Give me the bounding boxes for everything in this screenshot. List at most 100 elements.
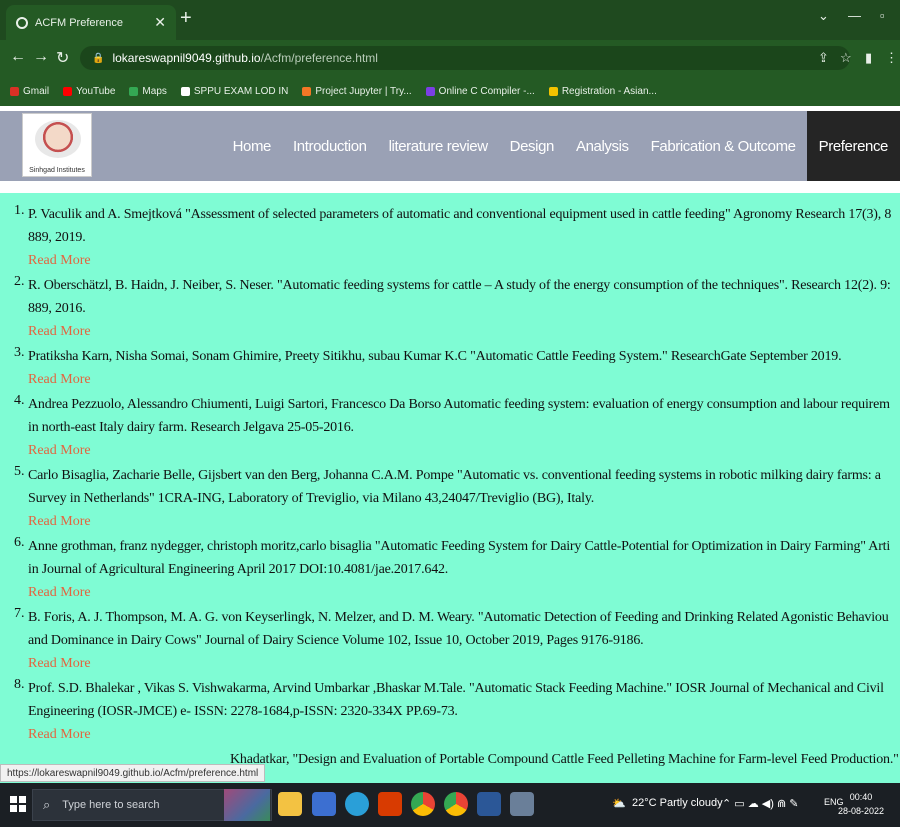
browser-tab-bar: ACFM Preference ✕ + ⌄ — ▫ [0,0,900,40]
windows-taskbar: ⌕ Type here to search ⛅ 22°C Partly clou… [0,783,900,827]
nav-item-home[interactable]: Home [222,111,282,181]
windows-start-icon[interactable] [10,796,26,812]
reference-number: 8. [14,677,25,692]
weather-icon[interactable]: ⛅ [612,797,626,810]
bookmark-label: Gmail [23,85,50,97]
edge-icon[interactable] [345,792,369,816]
nav-item-analysis[interactable]: Analysis [565,111,640,181]
taskbar-search-placeholder: Type here to search [62,799,160,811]
reference-number: 7. [14,606,25,621]
bookmark-item[interactable]: Maps [129,86,167,97]
nav-item-design[interactable]: Design [499,111,565,181]
bookmark-item[interactable]: SPPU EXAM LOD IN [180,85,289,97]
read-more-link[interactable]: Read More [28,439,900,462]
tray-icons[interactable]: ⌃ ▭ ☁ ◀) ⋒ ✎ [722,797,798,810]
menu-icon[interactable]: ⋮ [885,50,898,66]
forward-icon[interactable]: → [33,48,49,66]
read-more-link[interactable]: Read More [28,510,900,533]
bookmark-label: Online C Compiler -... [438,85,535,97]
read-more-link[interactable]: Read More [28,368,900,391]
status-url-tooltip: https://lokareswapnil9049.github.io/Acfm… [0,764,266,782]
new-tab-button[interactable]: + [180,7,192,30]
reference-text-continued: Survey in Netherlands" 1CRA-ING, Laborat… [28,491,595,506]
reference-text-continued: Engineering (IOSR-JMCE) e- ISSN: 2278-16… [28,704,458,719]
file-explorer-icon[interactable] [278,792,302,816]
bookmarks-bar: Gmail YouTube Maps SPPU EXAM LOD IN Project … [0,76,900,106]
search-icon: ⌕ [43,797,51,812]
reference-item: 7. B. Foris, A. J. Thompson, M. A. G. von… [0,606,900,675]
bookmark-label: Registration - Asian... [561,85,657,97]
read-more-link[interactable]: Read More [28,581,900,604]
reference-item: 2. R. Oberschätzl, B. Haidn, J. Neiber, S… [0,274,900,343]
bookmark-item[interactable]: Project Jupyter | Try... [302,86,412,97]
address-bar-row: ← → ↻ 🔒 lokareswapnil9049.github.io/Acfm… [0,40,900,76]
browser-tab[interactable]: ACFM Preference ✕ [6,5,176,40]
reference-number: 1. [14,203,25,218]
site-header: Sinhgad Institutes Home Introduction liter… [0,111,900,181]
reference-number: 5. [14,464,25,479]
bookmark-label: SPPU EXAM LOD IN [193,85,289,97]
bookmark-item[interactable]: Registration - Asian... [548,85,657,97]
reference-item: 6. Anne grothman, franz nydegger, christo… [0,535,900,604]
references-section: 1. P. Vaculik and A. Smejtková "Assessmen… [0,193,900,783]
share-icon[interactable]: ⇪ [818,50,829,66]
app-icon[interactable] [510,792,534,816]
bookmark-item[interactable]: YouTube [63,86,115,97]
read-more-link[interactable]: Read More [28,320,900,343]
read-more-link[interactable]: Read More [28,249,900,272]
bookmark-star-icon[interactable]: ☆ [840,50,852,66]
reference-number: 3. [14,345,25,360]
logo-emblem [35,120,81,158]
tab-search-icon[interactable]: ⌄ [818,8,829,24]
bookmark-item[interactable]: Gmail [10,86,49,97]
logo-caption: Sinhgad Institutes [29,167,85,174]
bookmark-favicon-icon [548,86,558,96]
chrome-icon[interactable] [411,792,435,816]
search-highlight-icon[interactable] [224,789,270,821]
clock[interactable]: 00:40 28-08-2022 [838,790,884,818]
reference-number: 6. [14,535,25,550]
nav-item-preference[interactable]: Preference [806,111,900,181]
read-more-link[interactable]: Read More [28,723,900,746]
nav-item-literature-review[interactable]: literature review [378,111,499,181]
minimize-button[interactable]: — [848,8,861,23]
weather-text[interactable]: 22°C Partly cloudy [632,797,723,809]
reference-text: B. Foris, A. J. Thompson, M. A. G. von K… [28,610,889,625]
tab-title: ACFM Preference [35,16,124,29]
url-host: lokareswapnil9049.github.io [112,51,261,65]
reference-item: 5. Carlo Bisaglia, Zacharie Belle, Gijsbe… [0,464,900,533]
read-more-link[interactable]: Read More [28,652,900,675]
word-icon[interactable] [477,792,501,816]
reference-text-continued: and Dominance in Dairy Cows" Journal of … [28,633,644,648]
url-path: /Acfm/preference.html [260,51,378,65]
tab-close-icon[interactable]: ✕ [154,14,166,31]
lock-icon[interactable]: 🔒 [92,53,104,64]
nav-item-introduction[interactable]: Introduction [282,111,378,181]
reference-item: 4. Andrea Pezzuolo, Alessandro Chiumenti,… [0,393,900,462]
reference-text-continued: 889, 2016. [28,301,86,316]
reload-icon[interactable]: ↻ [56,48,69,68]
back-icon[interactable]: ← [10,48,26,66]
bookmark-favicon-icon [129,86,139,96]
bookmark-item[interactable]: Online C Compiler -... [425,85,535,97]
reference-number: 2. [14,274,25,289]
reference-text-continued: in north-east Italy dairy farm. Research… [28,420,354,435]
bookmark-label: YouTube [76,85,116,97]
reference-item: 3. Pratiksha Karn, Nisha Somai, Sonam Ghi… [0,345,900,391]
url-input[interactable]: 🔒 lokareswapnil9049.github.io/Acfm/prefe… [80,46,850,70]
reference-item: 8. Prof. S.D. Bhalekar , Vikas S. Vishwak… [0,677,900,746]
main-nav: Home Introduction literature review Design A… [222,111,900,181]
restore-button[interactable]: ▫ [880,8,885,23]
site-logo[interactable]: Sinhgad Institutes [22,113,92,177]
chrome-profile-icon[interactable] [444,792,468,816]
nav-item-fabrication-outcome[interactable]: Fabrication & Outcome [640,111,807,181]
store-icon[interactable] [312,792,336,816]
reference-number: 4. [14,393,25,408]
reference-text: Pratiksha Karn, Nisha Somai, Sonam Ghimi… [28,349,842,364]
side-panel-icon[interactable]: ▮ [865,50,872,66]
reference-list: 1. P. Vaculik and A. Smejtková "Assessmen… [0,203,900,773]
bookmark-favicon-icon [10,86,19,96]
reference-text: Prof. S.D. Bhalekar , Vikas S. Vishwakar… [28,681,884,696]
bookmark-favicon-icon [180,86,190,96]
office-icon[interactable] [378,792,402,816]
